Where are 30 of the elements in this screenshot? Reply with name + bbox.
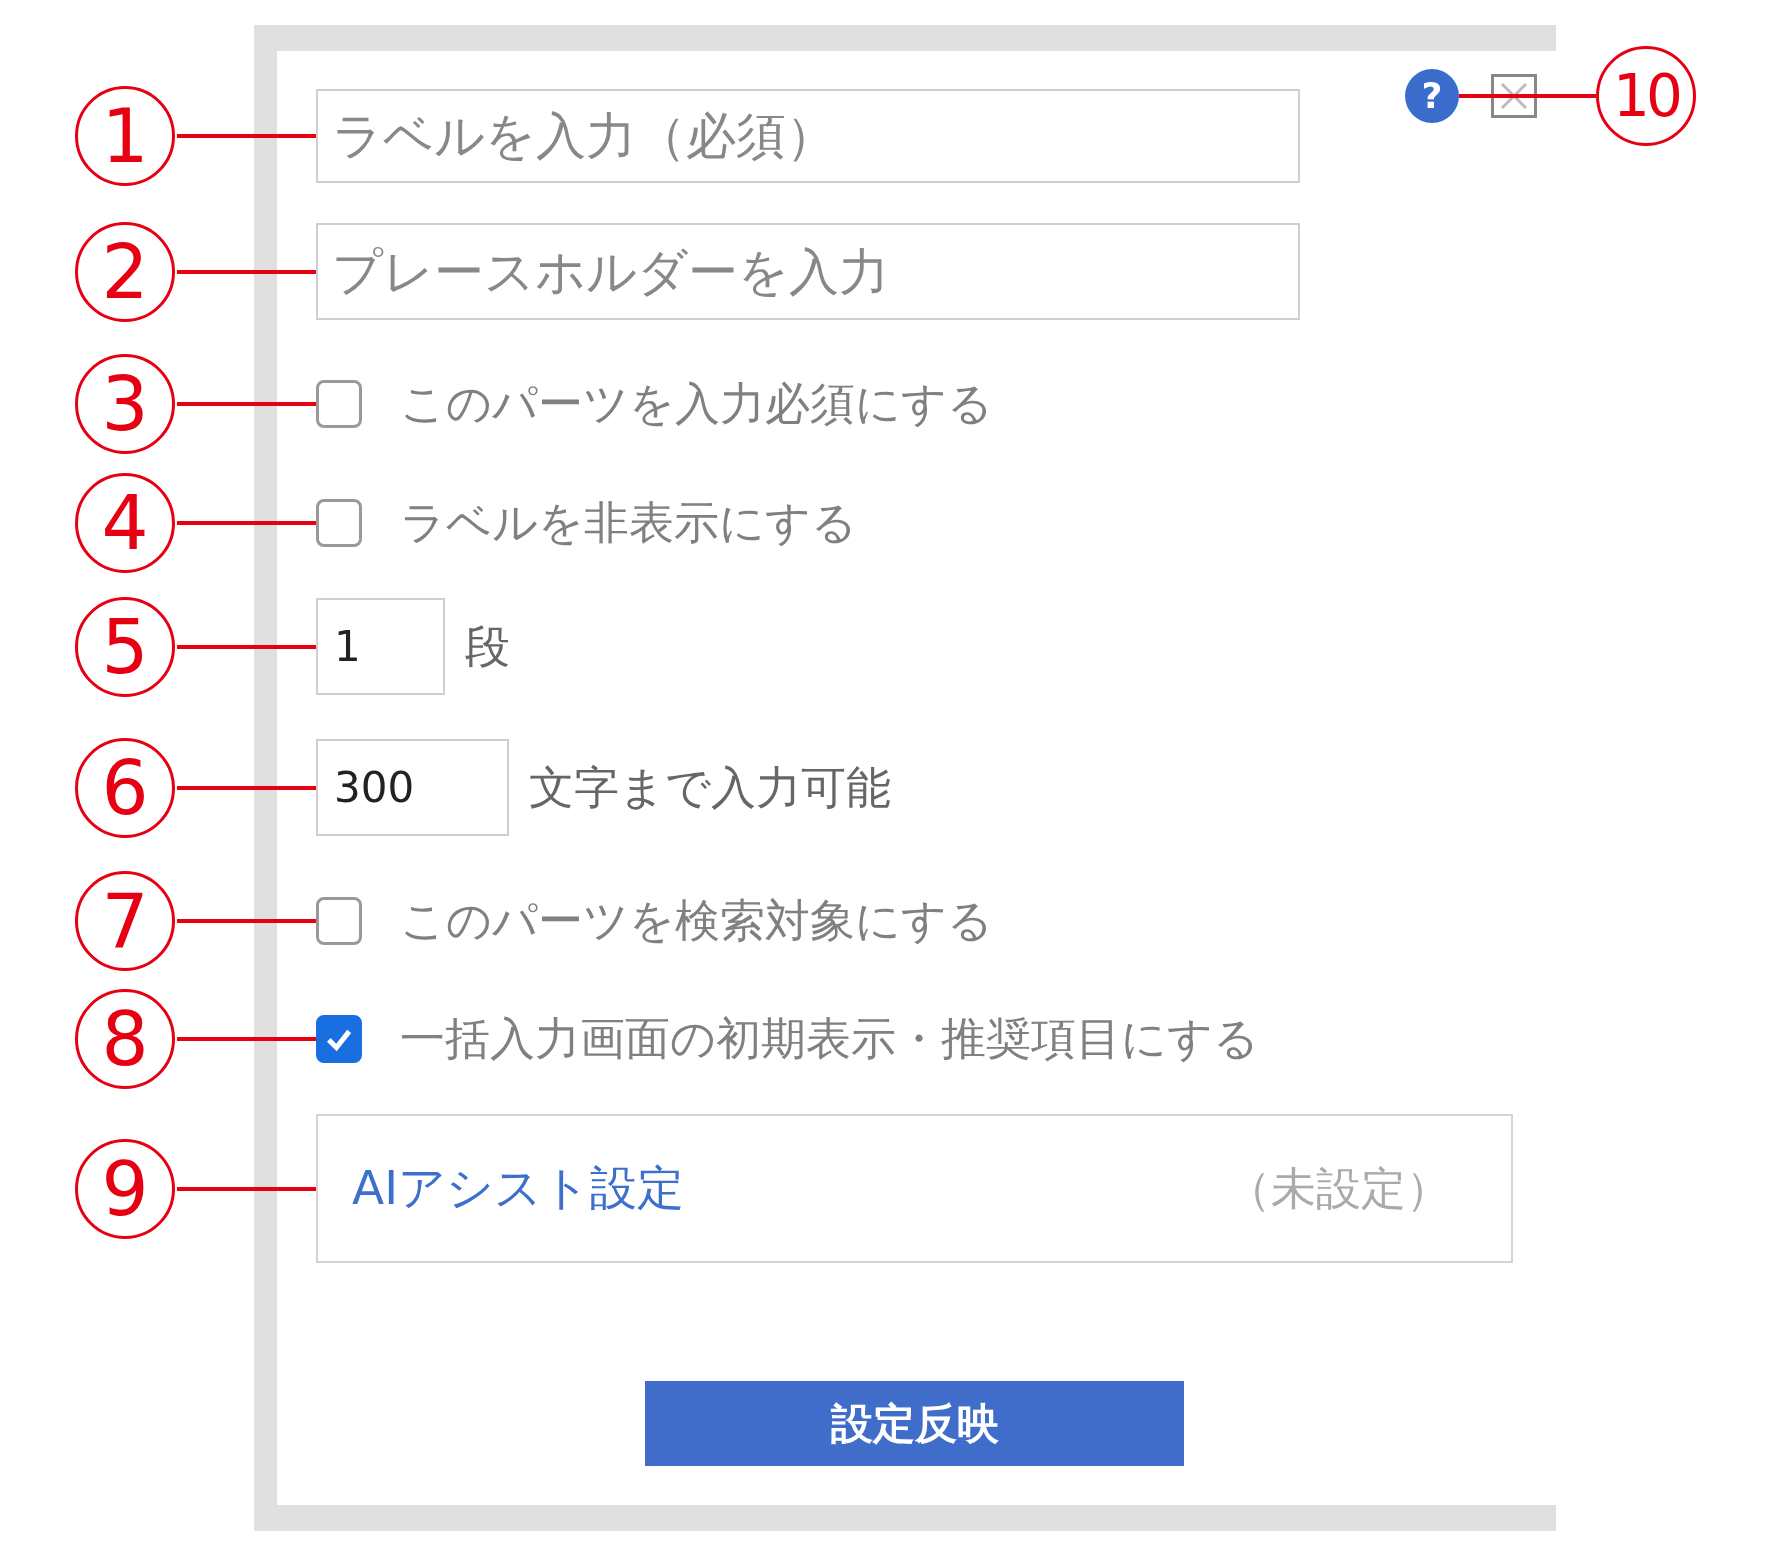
- checkbox-label: このパーツを検索対象にする: [400, 893, 993, 949]
- callout-number: 10: [1596, 46, 1696, 146]
- close-icon[interactable]: [1491, 74, 1537, 118]
- callout-number: 5: [75, 596, 175, 697]
- callout-number: 2: [75, 221, 175, 322]
- settings-link[interactable]: AIアシスト設定: [352, 1157, 684, 1220]
- callout-number: 7: [75, 871, 175, 971]
- checkbox-label: 一括入力画面の初期表示・推奨項目にする: [400, 1011, 1259, 1067]
- checkbox[interactable]: [316, 499, 362, 547]
- callout-number: 9: [75, 1138, 175, 1239]
- checkbox[interactable]: [316, 1015, 362, 1063]
- callout-number: 4: [75, 473, 175, 573]
- text-field[interactable]: ラベルを入力（必須）: [316, 89, 1300, 183]
- callout-number: 3: [75, 354, 175, 454]
- checkbox-label: このパーツを入力必須にする: [400, 376, 993, 432]
- checkbox[interactable]: [316, 897, 362, 945]
- settings-row[interactable]: AIアシスト設定 （未設定）: [316, 1114, 1513, 1263]
- callout-number: 8: [75, 989, 175, 1089]
- status-text: （未設定）: [1226, 1160, 1451, 1217]
- callout-number: 1: [75, 86, 175, 186]
- text-field[interactable]: プレースホルダーを入力: [316, 223, 1300, 320]
- field-suffix: 段: [465, 618, 510, 675]
- field-suffix: 文字まで入力可能: [529, 759, 891, 816]
- number-field[interactable]: 1: [316, 598, 445, 695]
- checkbox-label: ラベルを非表示にする: [400, 495, 857, 551]
- apply-button[interactable]: 設定反映: [645, 1381, 1184, 1466]
- help-icon[interactable]: ?: [1405, 69, 1459, 123]
- callout-number: 6: [75, 737, 175, 838]
- checkbox[interactable]: [316, 380, 362, 428]
- number-field[interactable]: 300: [316, 739, 509, 836]
